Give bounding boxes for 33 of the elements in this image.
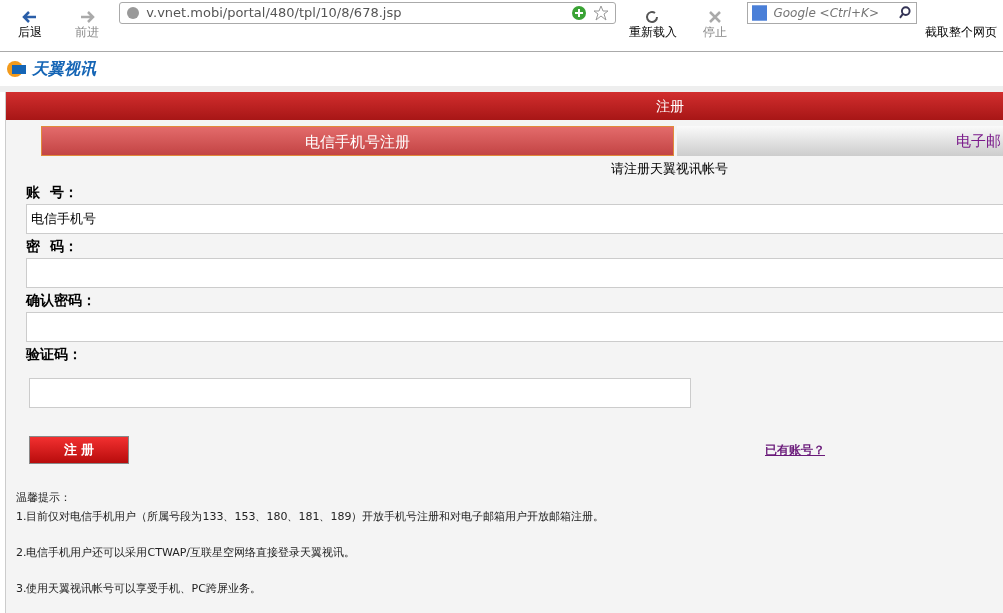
address-bar[interactable]: v.vnet.mobi/portal/480/tpl/10/8/678.jsp (119, 1, 616, 24)
tip-text: 1.目前仅对电信手机用户（所属号段为133、153、180、181、189）开放手机号注册和对电子邮箱用户开放邮箱注册。 (16, 509, 606, 524)
reload-button[interactable]: 重新载入 (623, 10, 683, 41)
stop-button[interactable]: 停止 (690, 10, 739, 41)
input-field[interactable]: 电信手机号 (26, 204, 1003, 234)
close-icon (706, 10, 723, 24)
logo-text: 天翼视讯 (32, 58, 96, 80)
forward-arrow-icon (79, 10, 95, 24)
field-label: 确认密码： (26, 292, 97, 310)
back-button[interactable]: 后退 (6, 10, 55, 41)
field-label: 密 码： (26, 238, 79, 256)
field-label: 账 号： (26, 184, 79, 202)
login-link[interactable]: 已有账号？ (765, 441, 825, 459)
go-icon[interactable] (570, 4, 587, 21)
subtitle: 请注册天翼视讯帐号 (610, 160, 729, 178)
tip-text: 2.电信手机用户还可以采用CTWAP/互联星空网络直接登录天翼视讯。 (16, 545, 357, 560)
tab[interactable]: 电信手机号注册 (41, 126, 674, 156)
tab[interactable]: 电子邮 (677, 126, 1003, 156)
input-field[interactable] (29, 378, 691, 408)
search-field[interactable]: Google <Ctrl+K> (747, 1, 917, 24)
field-label: 验证码： (26, 346, 83, 364)
search-icon[interactable] (899, 6, 912, 19)
input-field[interactable] (26, 258, 1003, 288)
star-icon[interactable] (592, 4, 609, 21)
forward-button[interactable]: 前进 (62, 10, 112, 41)
register-button[interactable]: 注 册 (29, 436, 129, 464)
back-arrow-icon (22, 10, 39, 24)
tip-text: 3.使用天翼视讯帐号可以享受手机、PC跨屏业务。 (16, 581, 262, 596)
header-bar: 注册 (6, 92, 1003, 120)
input-field[interactable] (26, 312, 1003, 342)
logo-icon (6, 60, 28, 78)
tips-title: 温馨提示： (16, 490, 72, 505)
capture-button[interactable]: 截取整个网页 (925, 10, 997, 41)
